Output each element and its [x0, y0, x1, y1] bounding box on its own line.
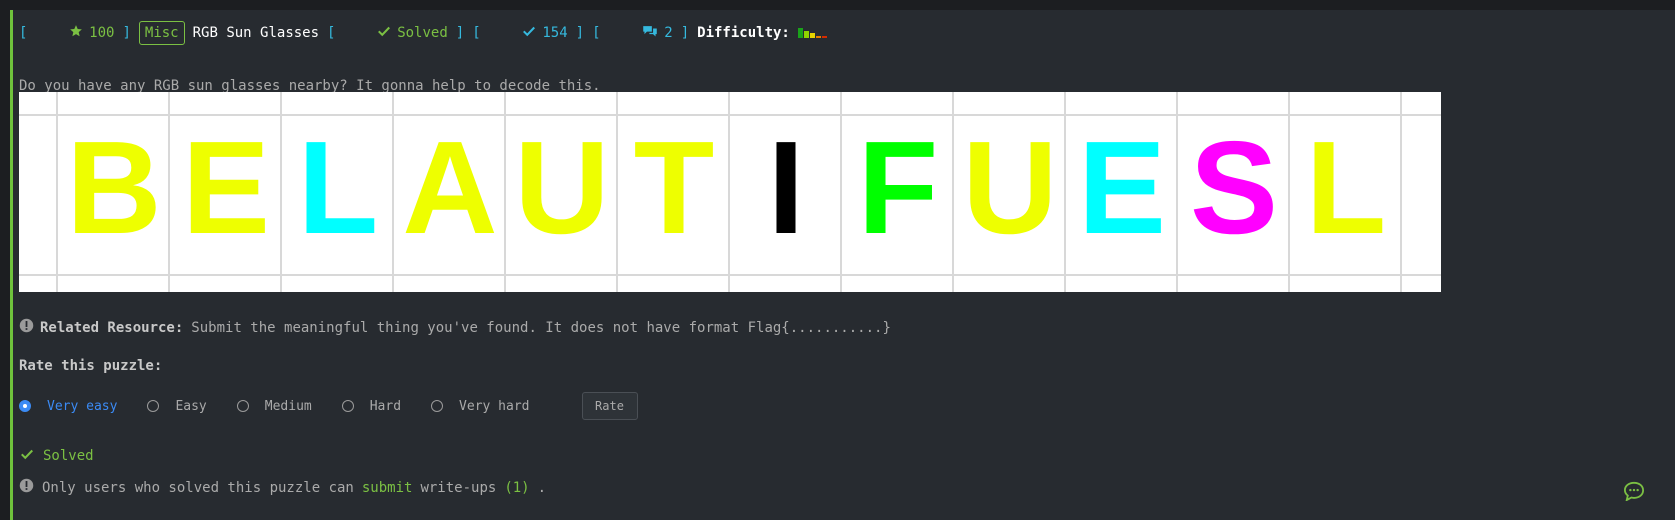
- rating-option-label: Very hard: [459, 398, 530, 414]
- comments-bracket-open: [: [592, 25, 601, 41]
- writeups-mid: write-ups: [420, 479, 497, 496]
- points-bracket-close: ]: [122, 25, 131, 41]
- radio-button[interactable]: [431, 400, 444, 412]
- rating-option-hard[interactable]: Hard: [341, 398, 402, 414]
- radio-button[interactable]: [19, 400, 31, 412]
- difficulty-bar: [809, 33, 815, 38]
- radio-button[interactable]: [236, 400, 249, 412]
- puzzle-letter: U: [962, 114, 1058, 261]
- check-icon: [489, 8, 537, 58]
- difficulty-bar: [803, 31, 809, 38]
- difficulty-bars: [797, 28, 828, 38]
- puzzle-letter: I: [767, 114, 805, 261]
- solves-bracket-open: [: [472, 25, 481, 41]
- solved-indicator: Solved: [19, 447, 94, 465]
- chat-icon[interactable]: [1623, 481, 1645, 505]
- puzzle-letter: L: [297, 114, 379, 261]
- star-icon: [35, 8, 83, 58]
- info-icon: [19, 318, 34, 337]
- solved-bracket-close: ]: [455, 25, 465, 41]
- rating-option-label: Medium: [264, 398, 312, 414]
- rating-option-label: Easy: [175, 398, 207, 414]
- difficulty-label: Difficulty:: [697, 25, 790, 41]
- puzzle-letter: B: [66, 114, 162, 261]
- rate-heading: Rate this puzzle:: [19, 358, 163, 374]
- solves-bracket-close: ]: [575, 25, 585, 41]
- difficulty-bar: [815, 36, 821, 38]
- puzzle-image: B E L A U T I F U E S L: [19, 92, 1441, 292]
- puzzle-letter: E: [181, 114, 271, 261]
- puzzle-letter: S: [1189, 114, 1279, 261]
- puzzle-letter: F: [857, 114, 939, 261]
- writeups-end: .: [537, 479, 547, 496]
- comments-icon: [609, 8, 659, 58]
- category-badge[interactable]: Misc: [138, 21, 185, 45]
- solved-label: Solved: [43, 448, 94, 464]
- resource-label: Related Resource:: [40, 319, 184, 336]
- info-icon: [19, 478, 34, 497]
- check-icon: [343, 8, 391, 58]
- rating-options: Very easy Easy Medium Hard Very hard Rat…: [19, 392, 638, 420]
- rate-button[interactable]: Rate: [581, 392, 638, 420]
- challenge-header: [ 100 ] Misc RGB Sun Glasses [ Solved ] …: [19, 21, 828, 45]
- writeups-notice: Only users who solved this puzzle can su…: [19, 478, 546, 497]
- difficulty-bar: [821, 36, 827, 38]
- puzzle-letter: L: [1305, 114, 1387, 261]
- radio-button[interactable]: [341, 400, 354, 412]
- rating-option-label: Hard: [369, 398, 402, 414]
- solves-count[interactable]: 154: [542, 25, 567, 41]
- difficulty-bar: [797, 28, 803, 38]
- check-icon: [19, 447, 35, 465]
- rating-option-easy[interactable]: Easy: [147, 398, 207, 414]
- solved-bracket-open: [: [327, 25, 336, 41]
- submit-writeup-link[interactable]: submit: [362, 480, 413, 496]
- radio-button[interactable]: [147, 400, 160, 412]
- points-value: 100: [89, 25, 115, 41]
- resource-text: Submit the meaningful thing you've found…: [191, 319, 891, 336]
- puzzle-letter: A: [402, 114, 498, 261]
- comments-count[interactable]: 2: [664, 25, 672, 41]
- related-resource: Related Resource: Submit the meaningful …: [19, 318, 891, 337]
- puzzle-letter: E: [1077, 114, 1167, 261]
- writeups-prefix: Only users who solved this puzzle can: [42, 479, 354, 496]
- rating-option-very-easy[interactable]: Very easy: [19, 399, 117, 414]
- rating-option-very-hard[interactable]: Very hard: [431, 398, 530, 414]
- puzzle-letter: T: [633, 114, 715, 261]
- rating-option-label: Very easy: [47, 398, 118, 414]
- rating-option-medium[interactable]: Medium: [236, 398, 312, 414]
- challenge-title: RGB Sun Glasses: [192, 25, 320, 41]
- puzzle-letter: U: [514, 114, 610, 261]
- points-bracket-open: [: [19, 25, 28, 41]
- writeups-count-link[interactable]: (1): [504, 480, 529, 496]
- solved-status: Solved: [397, 25, 448, 41]
- comments-bracket-close: ]: [680, 25, 690, 41]
